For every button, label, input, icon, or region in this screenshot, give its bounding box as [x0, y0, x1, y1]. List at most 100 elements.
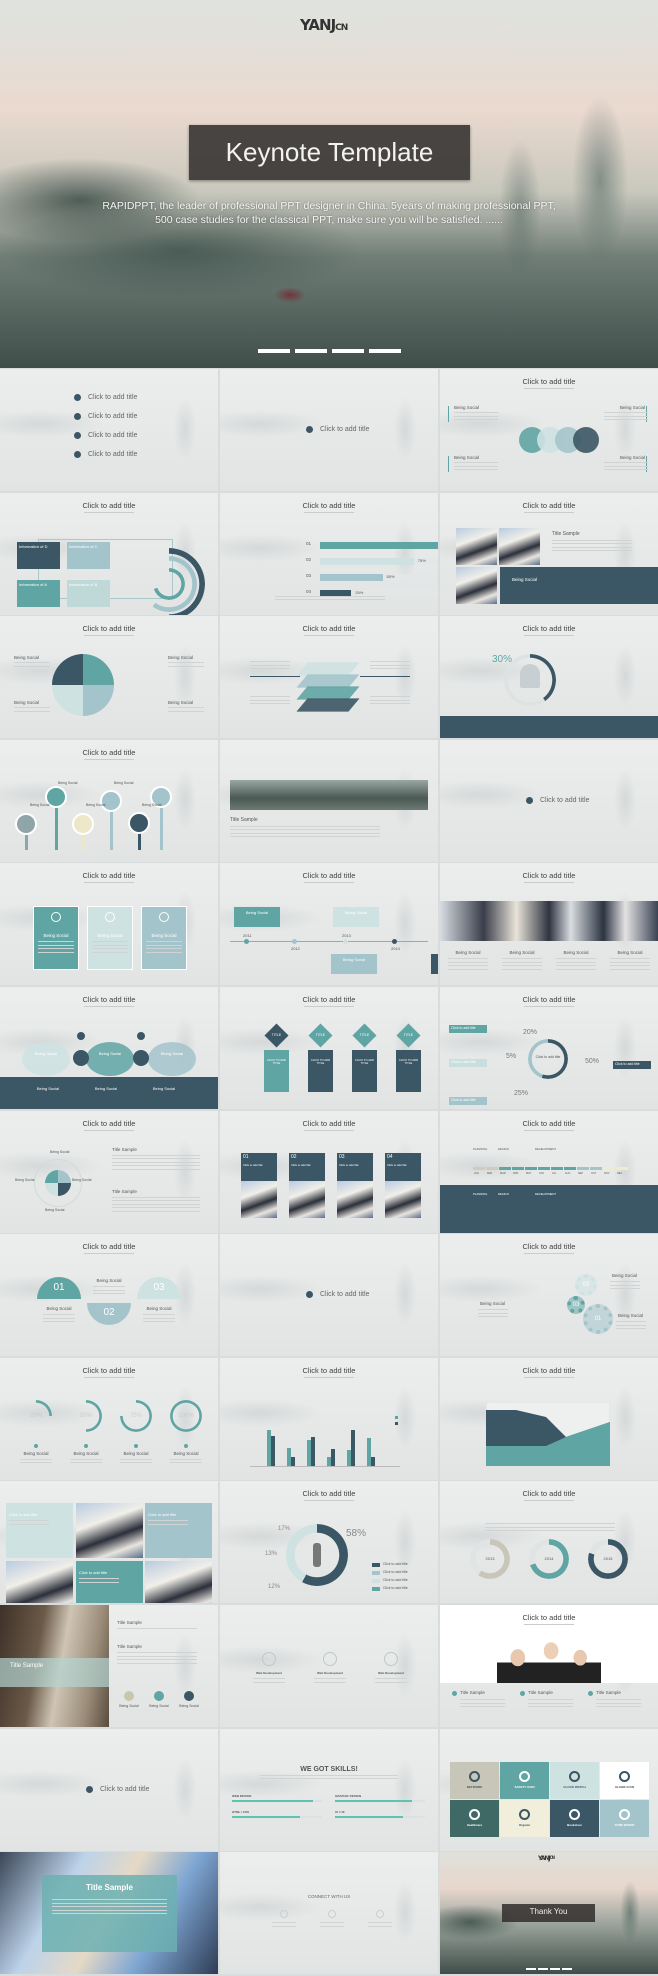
slide-thumbnail-pins[interactable]: Click to add title Being Social Being Soci… — [0, 739, 218, 862]
text-line — [92, 941, 128, 943]
slide-thumbnail-timeline[interactable]: Click to add title 2011 Being Social 2012 Be… — [220, 863, 438, 986]
slide-thumbnail-months[interactable]: Click to add title PLANNING DESIGN DEVELOPM… — [440, 1110, 658, 1233]
slide-thumbnail-banner[interactable]: Title Sample — [220, 739, 438, 862]
slide-thumbnail-agenda[interactable]: Click to add title Click to add title Clic… — [0, 369, 218, 491]
slide-thumbnail-skills[interactable]: WE GOT SKILLS! WEB DESIGN GRAPHIC DESIGN HT… — [220, 1728, 438, 1851]
slide-thumbnail-donutperson[interactable]: Click to add title 58% 17% 13% 12% Click to a… — [220, 1481, 438, 1604]
tile-title: Click to add title — [9, 1512, 38, 1518]
cycle-chart — [45, 1169, 71, 1196]
text-line — [52, 1909, 167, 1911]
slide-thumbnail-rings[interactable]: Click to add title 25% Being Social 50% Bein… — [0, 1357, 218, 1480]
photo — [499, 527, 540, 565]
card-label: CLICK TO ADD TITLE — [398, 1058, 419, 1066]
carousel-dot[interactable] — [332, 349, 364, 353]
slide-thumbnail-thanks[interactable]: YANJ CN Thank You — [440, 1852, 658, 1975]
cloud-shape — [22, 1042, 70, 1076]
slide-thumbnail-inforing[interactable]: Click to add title Information of D Inform… — [0, 492, 218, 615]
slide-thumbnail-fourcircles[interactable]: Click to add title Being Social Being Soci… — [440, 369, 658, 491]
text-line — [250, 696, 290, 698]
timeline-heading: Being Social — [431, 958, 438, 962]
slide-thumbnail-bars[interactable]: Click to add title01100%0275%0350%0425% — [220, 492, 438, 615]
arrow-icon — [133, 1050, 149, 1066]
slide-thumbnail-overlay[interactable]: Title Sample — [0, 1852, 218, 1975]
carousel-dot[interactable] — [258, 349, 290, 353]
card-number: 04 — [387, 1153, 393, 1160]
text-line — [79, 1578, 119, 1580]
text-line — [20, 1458, 52, 1460]
subtitle-line — [84, 635, 134, 637]
text-line — [38, 951, 74, 953]
text-line — [454, 465, 498, 467]
slide-thumbnail-photocards[interactable]: Click to add title 01 Click to add title 02… — [220, 1110, 438, 1233]
text-line — [502, 961, 542, 963]
slide-thumbnail-cards[interactable]: Click to add title Being Social Being Soci… — [0, 863, 218, 986]
photo — [456, 566, 497, 604]
photo — [337, 1180, 373, 1218]
text-line — [93, 1289, 125, 1291]
ring-dot — [34, 1443, 38, 1448]
bar-fill — [320, 557, 414, 565]
text-heading: Being Social — [620, 405, 646, 410]
text-line — [79, 1581, 119, 1583]
slide-thumbnail-gears[interactable]: Click to add title 03 02 01 Being Social Bein… — [440, 1234, 658, 1357]
slide-thumbnail-webdev[interactable]: Web Development Web Development Web Develo… — [220, 1605, 438, 1727]
carousel-dot — [526, 1968, 536, 1970]
slide-thumbnail-donut4[interactable]: Click to add title Click to add title 20% 5… — [440, 987, 658, 1109]
email-icon — [280, 1910, 288, 1919]
slide-thumbnail-tiles[interactable]: NETWORK SAFETY ICON CLOCK WATCH GLOBE ICON H… — [440, 1728, 658, 1851]
slide-title: Click to add title — [82, 1118, 136, 1128]
photo — [76, 1503, 143, 1559]
slide-thumbnail-climber[interactable]: Title Sample Title Sample Title Sample Bein… — [0, 1605, 218, 1727]
diamond-label: TITLE — [359, 1033, 370, 1037]
step-heading: Being Social — [146, 1306, 172, 1312]
legend-swatch — [372, 1587, 380, 1592]
slide-thumbnail-photogrid[interactable]: Click to add title Click to add title Clic… — [0, 1481, 218, 1604]
text-line — [596, 1706, 641, 1707]
text-line — [610, 1281, 640, 1283]
slide-thumbnail-strip[interactable]: Click to add title Being Social Being Soci… — [440, 863, 658, 986]
slide-thumbnail-clouds[interactable]: Click to add title Being Social Being Soci… — [0, 987, 218, 1109]
slide-thumbnail-threedonuts[interactable]: Click to add title 2013 2014 2015 — [440, 1481, 658, 1604]
subtitle-line — [524, 388, 574, 389]
slide-thumbnail-area[interactable]: Click to add title — [440, 1357, 658, 1480]
slide-thumbnail-semis[interactable]: Click to add title 01 Being Social 02 Being … — [0, 1234, 218, 1357]
pin-icon — [128, 811, 150, 834]
donut-percent: 13% — [265, 1551, 278, 1558]
text-line — [454, 412, 498, 413]
text-line — [528, 1699, 573, 1700]
timeline-box — [431, 954, 438, 975]
text-line — [112, 1168, 200, 1170]
text-heading: Title Sample — [460, 1690, 485, 1695]
overlay-title: Title Sample — [86, 1883, 133, 1893]
subtitle-line — [304, 635, 354, 637]
carousel-dot[interactable] — [295, 349, 327, 353]
slide-thumbnail-barchart[interactable]: Click to add title — [220, 1357, 438, 1480]
slide-thumbnail-profile[interactable]: Click to add title 30% — [440, 616, 658, 739]
slide-thumbnail-pie[interactable]: Click to add title Being Social Being Soci… — [0, 616, 218, 739]
tile-title: Click to add title — [79, 1570, 108, 1576]
slide-thumbnail-connect[interactable]: CONNECT WITH US — [220, 1852, 438, 1975]
month-bar — [551, 1166, 563, 1170]
text-line — [92, 951, 128, 953]
slide-thumbnail-section[interactable]: Click to add title — [440, 739, 658, 862]
text-line — [112, 1203, 200, 1205]
ring-dot — [184, 1443, 188, 1448]
slide-thumbnail-layers[interactable]: Click to add title — [220, 616, 438, 739]
slide-thumbnail-people[interactable]: Click to add title Title Sample Title Samp… — [440, 1605, 658, 1727]
slide-thumbnail-photos[interactable]: Click to add title Title Sample Being Soci… — [440, 492, 658, 615]
slide-thumbnail-section[interactable]: Click to add title — [220, 369, 438, 491]
subtitle-line — [84, 1006, 134, 1007]
slide-thumbnail-section[interactable]: Click to add title — [220, 1234, 438, 1357]
year-label: 2013 — [485, 1556, 495, 1562]
carousel-dot[interactable] — [369, 349, 401, 353]
month-label: NOV — [604, 1171, 610, 1175]
slide-thumbnail-cycle[interactable]: Click to add title Being Social Being Soci… — [0, 1110, 218, 1233]
slide-thumbnail-diamonds[interactable]: Click to add title TITLE CLICK TO ADD TITL… — [220, 987, 438, 1109]
donut-percent: 58% — [346, 1528, 367, 1540]
subtitle-line — [524, 511, 574, 513]
text-line — [168, 707, 204, 709]
gear-heading: Being Social — [480, 1301, 506, 1307]
info-box-title: Information of D — [19, 543, 48, 549]
text-line — [117, 1659, 197, 1660]
slide-thumbnail-section[interactable]: Click to add title — [0, 1728, 218, 1851]
